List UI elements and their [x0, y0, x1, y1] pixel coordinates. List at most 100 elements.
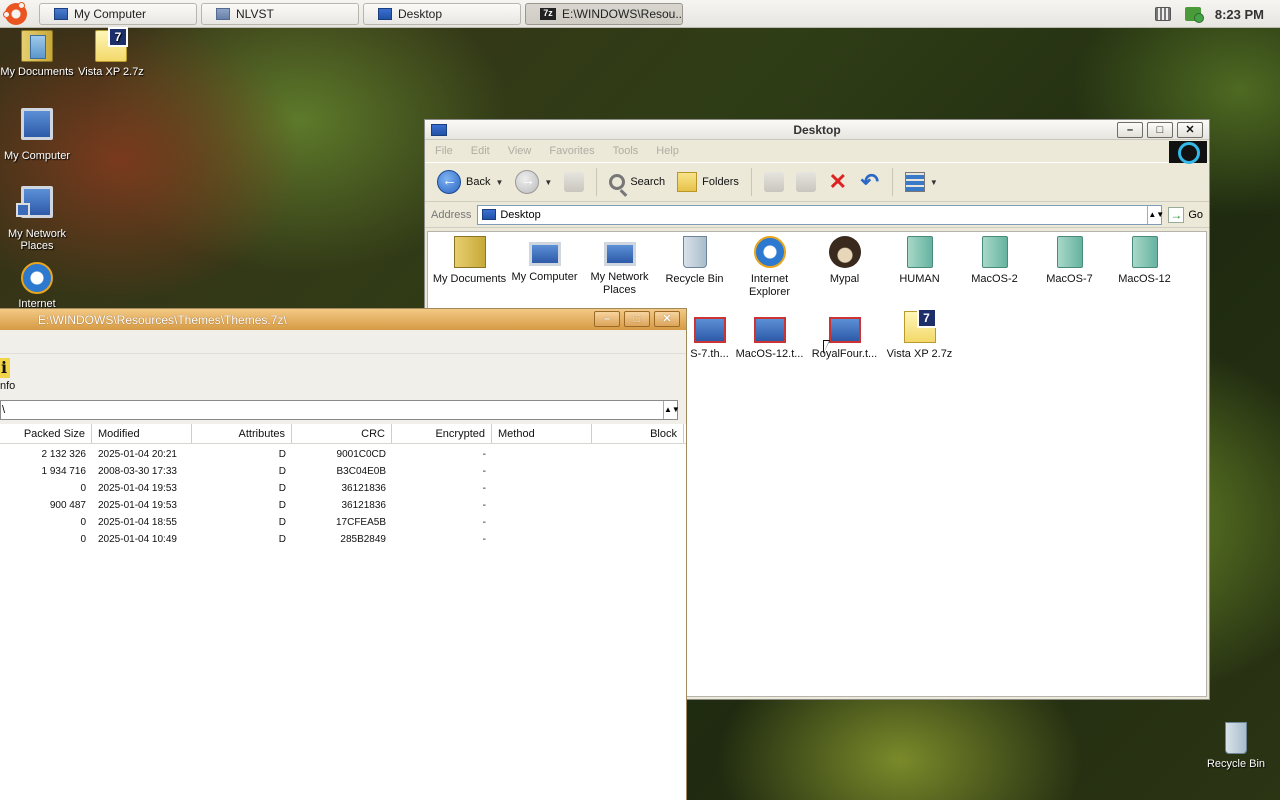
move-to-button[interactable] — [760, 167, 788, 197]
address-input[interactable]: Desktop ▲▼ — [477, 204, 1164, 225]
delete-x-icon: ✕ — [828, 169, 848, 194]
menu-edit[interactable]: Edit — [471, 145, 490, 157]
undo-button[interactable]: ↶ — [856, 167, 884, 197]
file-item-macos-12[interactable]: MacOS-12 — [1107, 236, 1182, 286]
explorer-titlebar[interactable]: Desktop – □ ✕ — [425, 120, 1209, 140]
network-places-icon — [16, 186, 53, 218]
column-modified[interactable]: Modified — [92, 424, 192, 443]
sevenzip-titlebar[interactable]: E:\WINDOWS\Resources\Themes\Themes.7z\ –… — [0, 309, 686, 330]
window-title: Desktop — [793, 122, 841, 137]
taskbar-button-my-computer[interactable]: My Computer — [39, 2, 197, 25]
menu-view[interactable]: View — [508, 145, 532, 157]
network-status-icon[interactable] — [1184, 7, 1204, 23]
minimize-button[interactable]: – — [1117, 122, 1143, 138]
file-item-internet-explorer[interactable]: Internet Explorer — [732, 236, 807, 299]
menu-help[interactable]: Help — [656, 145, 679, 157]
table-row[interactable]: 1 934 716 2008-03-30 17:33 D B3C04E0B - — [0, 463, 686, 480]
my-computer-icon — [21, 108, 53, 140]
table-row[interactable]: 2 132 326 2025-01-04 20:21 D 9001C0CD - — [0, 446, 686, 463]
menu-favorites[interactable]: Favorites — [549, 145, 594, 157]
cell-crc: 9001C0CD — [336, 449, 386, 460]
sevenzip-window: E:\WINDOWS\Resources\Themes\Themes.7z\ –… — [0, 308, 687, 800]
desktop-icon-internet[interactable]: Internet — [0, 262, 74, 310]
delete-button[interactable]: ✕ — [824, 167, 852, 197]
file-item-royalfour-theme[interactable]: RoyalFour.t... — [807, 311, 882, 361]
column-method[interactable]: Method — [492, 424, 592, 443]
chevron-down-icon[interactable]: ▲▼ — [1147, 205, 1164, 224]
back-button[interactable]: Back ▼ — [433, 167, 507, 197]
cell-encrypted: - — [482, 466, 486, 477]
column-block[interactable]: Block — [592, 424, 684, 443]
file-item-macos-2[interactable]: MacOS-2 — [957, 236, 1032, 286]
file-item-macos-12-theme[interactable]: MacOS-12.t... — [732, 311, 807, 361]
taskbar-button-desktop[interactable]: Desktop — [363, 2, 521, 25]
chevron-down-icon[interactable]: ▼ — [495, 178, 503, 187]
file-item-my-documents[interactable]: My Documents — [432, 236, 507, 286]
forward-button[interactable]: ▼ — [511, 167, 556, 197]
column-attributes[interactable]: Attributes — [192, 424, 292, 443]
window-controls: – □ ✕ — [594, 311, 680, 327]
desktop-icon-recycle-bin[interactable]: Recycle Bin — [1199, 722, 1273, 770]
file-item-vista-xp[interactable]: Vista XP 2.7z — [882, 308, 957, 361]
cell-encrypted: - — [482, 500, 486, 511]
taskbar-button-label: Desktop — [398, 6, 443, 21]
mypal-icon — [828, 236, 861, 268]
keyboard-icon[interactable] — [1154, 7, 1171, 21]
cell-packed-size: 0 — [80, 483, 86, 494]
cell-crc: 17CFEA5B — [335, 517, 386, 528]
info-icon[interactable]: i — [0, 358, 10, 378]
file-item-recycle-bin[interactable]: Recycle Bin — [657, 236, 732, 286]
taskbar-button-7zip[interactable]: 7z E:\WINDOWS\Resou... — [525, 2, 683, 25]
close-button[interactable]: ✕ — [1177, 122, 1203, 138]
desktop-icon-label: My Network Places — [7, 228, 67, 252]
desktop-icon-my-computer[interactable]: My Computer — [0, 108, 74, 162]
desktop-icon-label: My Computer — [3, 150, 71, 162]
column-crc[interactable]: CRC — [292, 424, 392, 443]
chevron-down-icon: ▼ — [929, 177, 938, 187]
desktop-icon-label: Recycle Bin — [1206, 758, 1266, 770]
desktop-icon-network-places[interactable]: My Network Places — [0, 186, 74, 252]
cell-packed-size: 0 — [80, 534, 86, 545]
maximize-button[interactable]: □ — [624, 311, 650, 327]
window-title: E:\WINDOWS\Resources\Themes\Themes.7z\ — [38, 312, 287, 327]
table-row[interactable]: 900 487 2025-01-04 19:53 D 36121836 - — [0, 497, 686, 514]
cell-modified: 2025-01-04 20:21 — [98, 449, 177, 460]
ubuntu-menu-icon[interactable] — [3, 1, 27, 25]
column-encrypted[interactable]: Encrypted — [392, 424, 492, 443]
menu-file[interactable]: File — [435, 145, 453, 157]
taskbar-button-nlvst[interactable]: NLVST — [201, 2, 359, 25]
desktop-icon-vista-xp[interactable]: Vista XP 2.7z — [74, 27, 148, 78]
desktop-icon-my-documents[interactable]: My Documents — [0, 30, 74, 78]
table-row[interactable]: 0 2025-01-04 18:55 D 17CFEA5B - — [0, 514, 686, 531]
folders-label: Folders — [702, 176, 739, 188]
search-button[interactable]: Search — [605, 167, 669, 197]
close-button[interactable]: ✕ — [654, 311, 680, 327]
folders-button[interactable]: Folders — [673, 167, 743, 197]
table-row[interactable]: 0 2025-01-04 19:53 D 36121836 - — [0, 480, 686, 497]
column-packed-size[interactable]: Packed Size — [0, 424, 92, 443]
cell-packed-size: 2 132 326 — [41, 449, 87, 460]
chevron-down-icon[interactable]: ▼ — [544, 178, 552, 187]
chevron-down-icon[interactable]: ▲▼ — [663, 401, 680, 419]
address-label: Address — [431, 208, 472, 221]
cell-encrypted: - — [482, 534, 486, 545]
top-panel: My Computer NLVST Desktop 7z E:\WINDOWS\… — [0, 0, 1280, 28]
file-item-network-places[interactable]: My Network Places — [582, 236, 657, 297]
menu-tools[interactable]: Tools — [613, 145, 639, 157]
clock[interactable]: 8:23 PM — [1215, 7, 1264, 22]
path-input[interactable]: \ ▲▼ — [0, 400, 680, 420]
file-item-my-computer[interactable]: My Computer — [507, 236, 582, 284]
file-item-mypal[interactable]: Mypal — [807, 236, 882, 286]
my-documents-icon — [453, 236, 486, 268]
file-item-macos-7[interactable]: MacOS-7 — [1032, 236, 1107, 286]
copy-to-button[interactable] — [792, 167, 820, 197]
up-folder-button[interactable] — [560, 167, 588, 197]
info-label[interactable]: nfo — [0, 380, 15, 392]
file-item-human[interactable]: HUMAN — [882, 236, 957, 286]
views-button[interactable]: ▼ — [901, 167, 942, 197]
table-row[interactable]: 0 2025-01-04 10:49 D 285B2849 - — [0, 531, 686, 548]
taskbar-button-label: NLVST — [236, 6, 274, 21]
minimize-button[interactable]: – — [594, 311, 620, 327]
go-button[interactable]: → Go — [1168, 206, 1203, 223]
maximize-button[interactable]: □ — [1147, 122, 1173, 138]
